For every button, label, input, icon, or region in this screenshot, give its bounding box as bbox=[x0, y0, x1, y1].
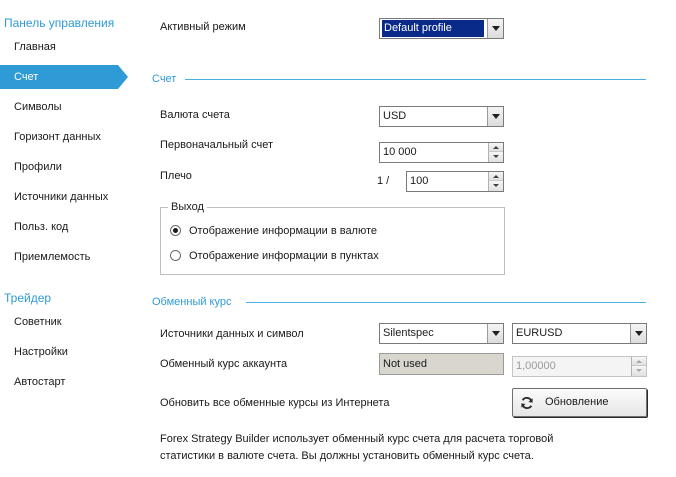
active-mode-value: Default profile bbox=[382, 20, 484, 37]
sidebar-item-acceptability[interactable]: Приемлемость bbox=[0, 245, 128, 269]
sidebar-group-trader: Трейдер bbox=[4, 291, 52, 305]
exchange-rate-note: Forex Strategy Builder использует обменн… bbox=[160, 431, 553, 465]
sidebar-item-home[interactable]: Главная bbox=[0, 35, 128, 59]
leverage-value: 100 bbox=[410, 175, 429, 187]
sidebar-item-profiles[interactable]: Профили bbox=[0, 155, 128, 179]
exchange-section-divider bbox=[246, 302, 646, 303]
sidebar-item-advisor[interactable]: Советник bbox=[0, 310, 128, 334]
increment-arrow-icon[interactable] bbox=[488, 143, 503, 152]
refresh-button-label: Обновление bbox=[545, 396, 609, 408]
exchange-rate-mode-value: Not used bbox=[383, 358, 428, 370]
active-mode-select[interactable]: Default profile bbox=[379, 18, 504, 39]
chevron-down-icon[interactable] bbox=[487, 324, 503, 343]
sidebar-group-control-panel: Панель управления bbox=[4, 16, 115, 30]
exchange-rate-label: Обменный курс аккаунта bbox=[160, 358, 288, 370]
active-mode-label: Активный режим bbox=[160, 21, 246, 33]
chevron-down-icon[interactable] bbox=[487, 19, 503, 38]
account-section-title: Счет bbox=[152, 73, 177, 85]
refresh-rates-label: Обновить все обменные курсы из Интернета bbox=[160, 397, 390, 409]
output-groupbox bbox=[160, 207, 505, 275]
data-source-label: Источники данных и символ bbox=[160, 328, 304, 340]
refresh-icon bbox=[520, 396, 534, 410]
initial-account-value: 10 000 bbox=[383, 146, 417, 158]
sidebar-item-data-horizon[interactable]: Горизонт данных bbox=[0, 125, 128, 149]
radio-currency-label[interactable]: Отображение информации в валюте bbox=[189, 225, 377, 237]
leverage-prefix: 1 / bbox=[377, 175, 390, 187]
sidebar-item-symbols[interactable]: Символы bbox=[0, 95, 128, 119]
currency-select[interactable]: USD bbox=[379, 106, 504, 127]
currency-label: Валюта счета bbox=[160, 109, 230, 121]
sidebar-item-account[interactable]: Счет bbox=[0, 65, 128, 89]
output-groupbox-title: Выход bbox=[168, 201, 207, 213]
leverage-label: Плечо bbox=[160, 170, 192, 182]
leverage-stepper[interactable]: 100 bbox=[406, 171, 504, 192]
radio-points-label[interactable]: Отображение информации в пунктах bbox=[189, 250, 379, 262]
decrement-arrow-icon bbox=[631, 366, 646, 376]
account-section-divider bbox=[185, 79, 646, 80]
exchange-rate-note-line1: Forex Strategy Builder использует обменн… bbox=[160, 433, 554, 445]
data-source-value: Silentspec bbox=[383, 327, 434, 339]
sidebar-item-autostart[interactable]: Автостарт bbox=[0, 370, 128, 394]
initial-account-stepper[interactable]: 10 000 bbox=[379, 142, 504, 163]
currency-value: USD bbox=[383, 110, 407, 122]
exchange-rate-mode: Not used bbox=[379, 353, 504, 375]
chevron-down-icon[interactable] bbox=[630, 324, 646, 343]
initial-account-label: Первоначальный счет bbox=[160, 139, 274, 151]
refresh-button[interactable]: Обновление bbox=[512, 388, 647, 417]
sidebar: Панель управления Главная Счет Символы Г… bbox=[0, 0, 128, 477]
decrement-arrow-icon[interactable] bbox=[488, 152, 503, 162]
symbol-select[interactable]: EURUSD bbox=[512, 323, 647, 344]
sidebar-item-settings[interactable]: Настройки bbox=[0, 340, 128, 364]
exchange-rate-note-line2: статистики в валюте счета. Вы должны уст… bbox=[160, 450, 534, 462]
exchange-rate-value: 1,00000 bbox=[516, 360, 556, 372]
sidebar-item-data-sources[interactable]: Источники данных bbox=[0, 185, 128, 209]
radio-points[interactable] bbox=[170, 250, 181, 261]
exchange-section-title: Обменный курс bbox=[152, 296, 232, 308]
increment-arrow-icon[interactable] bbox=[488, 172, 503, 181]
exchange-rate-stepper: 1,00000 bbox=[512, 356, 647, 377]
decrement-arrow-icon[interactable] bbox=[488, 181, 503, 191]
sidebar-item-custom-code[interactable]: Польз. код bbox=[0, 215, 128, 239]
increment-arrow-icon bbox=[631, 357, 646, 366]
radio-currency[interactable] bbox=[170, 225, 181, 236]
chevron-down-icon[interactable] bbox=[487, 107, 503, 126]
main-panel: Активный режим Default profile Счет Валю… bbox=[128, 0, 676, 477]
symbol-value: EURUSD bbox=[516, 327, 563, 339]
data-source-select[interactable]: Silentspec bbox=[379, 323, 504, 344]
